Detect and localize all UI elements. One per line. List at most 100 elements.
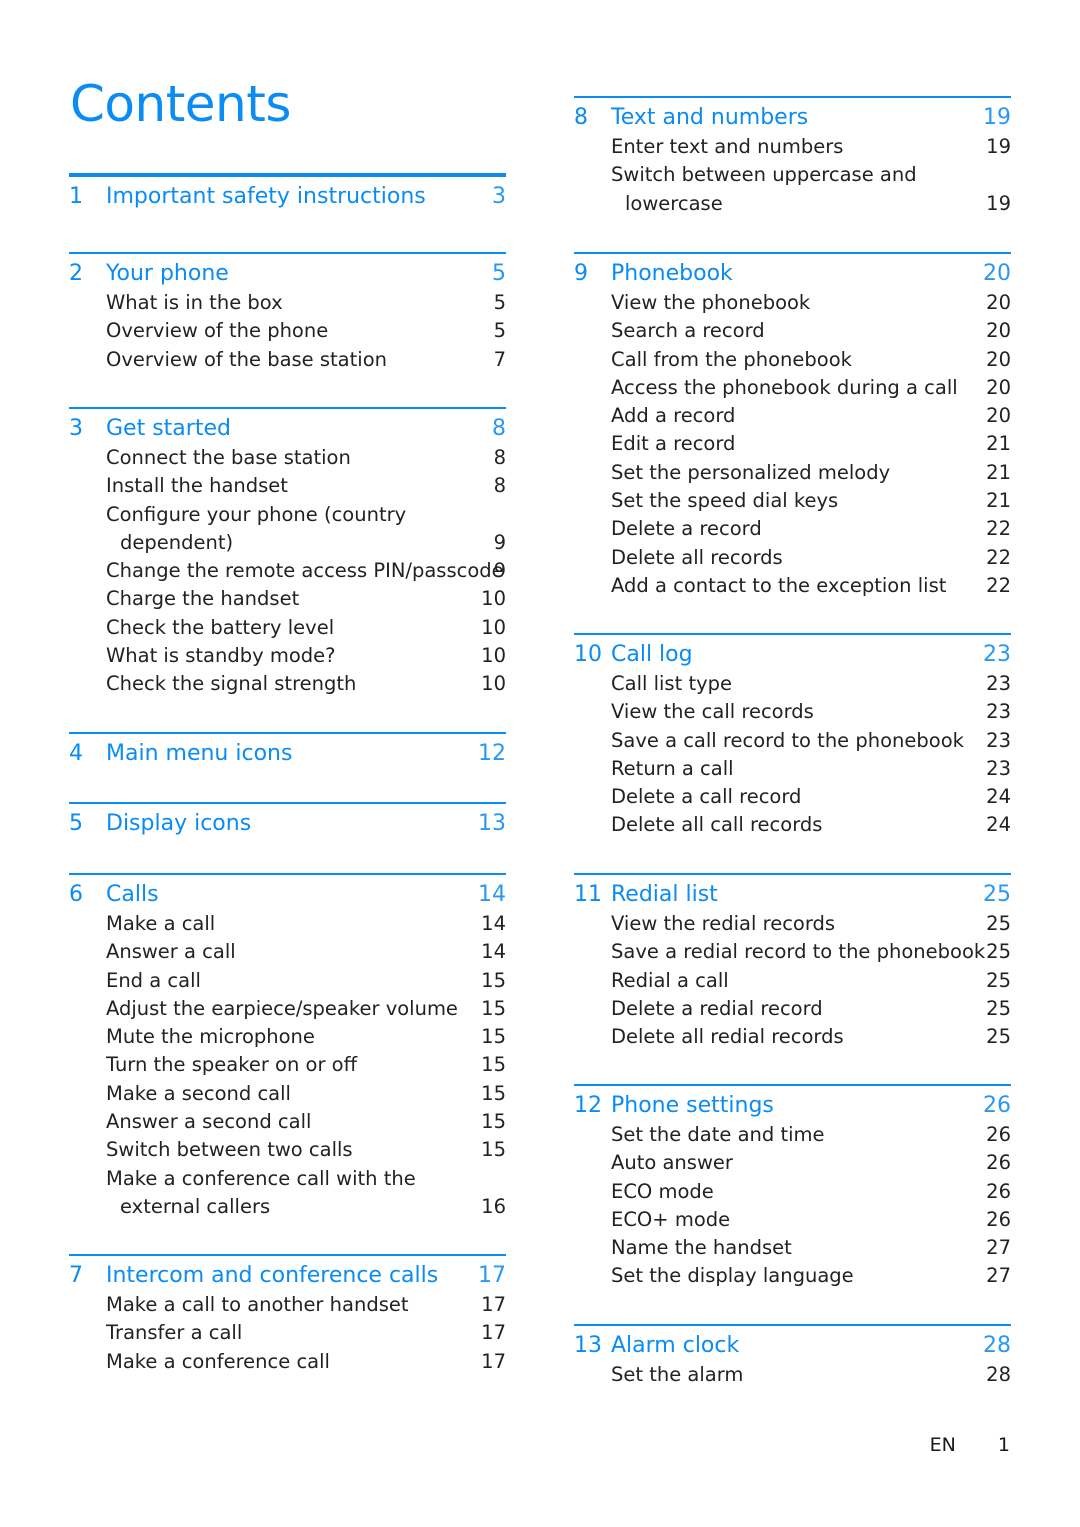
subsection-title[interactable]: Mute the microphone <box>106 1023 315 1051</box>
toc-chapter-entry[interactable]: 6 Calls 14 <box>69 879 506 910</box>
toc-subsection-entry[interactable]: Enter text and numbers 19 <box>574 133 1011 161</box>
subsection-title[interactable]: Add a record <box>611 402 735 430</box>
subsection-title[interactable]: Switch between uppercase and <box>611 161 917 189</box>
subsection-title[interactable]: Return a call <box>611 755 734 783</box>
chapter-title[interactable]: Calls <box>106 879 159 910</box>
toc-subsection-entry[interactable]: Save a call record to the phonebook 23 <box>574 727 1011 755</box>
subsection-title[interactable]: Make a second call <box>106 1080 291 1108</box>
toc-subsection-entry[interactable]: Overview of the base station 7 <box>69 346 506 374</box>
subsection-title[interactable]: Delete all records <box>611 544 783 572</box>
subsection-title[interactable]: Delete a record <box>611 515 762 543</box>
toc-subsection-entry[interactable]: Adjust the earpiece/speaker volume 15 <box>69 995 506 1023</box>
subsection-title[interactable]: Redial a call <box>611 967 729 995</box>
subsection-title[interactable]: Make a conference call <box>106 1348 330 1376</box>
toc-chapter-entry[interactable]: 5 Display icons 13 <box>69 808 506 839</box>
subsection-title[interactable]: Overview of the phone <box>106 317 328 345</box>
toc-subsection-entry[interactable]: What is in the box 5 <box>69 289 506 317</box>
subsection-title[interactable]: Make a call <box>106 910 215 938</box>
toc-subsection-entry[interactable]: Edit a record 21 <box>574 430 1011 458</box>
toc-subsection-entry[interactable]: Redial a call 25 <box>574 967 1011 995</box>
toc-subsection-entry-continued[interactable]: lowercase 19 <box>574 190 1011 218</box>
chapter-title[interactable]: Display icons <box>106 808 251 839</box>
subsection-title-continuation[interactable]: external callers <box>120 1193 270 1221</box>
toc-chapter-entry[interactable]: 10 Call log 23 <box>574 639 1011 670</box>
subsection-title[interactable]: Name the handset <box>611 1234 792 1262</box>
chapter-title[interactable]: Your phone <box>106 258 229 289</box>
toc-subsection-entry[interactable]: Charge the handset 10 <box>69 585 506 613</box>
subsection-title[interactable]: View the call records <box>611 698 814 726</box>
toc-chapter-entry[interactable]: 9 Phonebook 20 <box>574 258 1011 289</box>
toc-subsection-entry[interactable]: Change the remote access PIN/passcode 9 <box>69 557 506 585</box>
toc-subsection-entry[interactable]: Delete a redial record 25 <box>574 995 1011 1023</box>
toc-chapter-entry[interactable]: 7 Intercom and conference calls 17 <box>69 1260 506 1291</box>
toc-subsection-entry[interactable]: View the redial records 25 <box>574 910 1011 938</box>
toc-subsection-entry[interactable]: Search a record 20 <box>574 317 1011 345</box>
subsection-title[interactable]: Answer a call <box>106 938 236 966</box>
subsection-title[interactable]: Check the battery level <box>106 614 334 642</box>
toc-subsection-entry[interactable]: Switch between uppercase and <box>574 161 1011 189</box>
toc-subsection-entry[interactable]: Overview of the phone 5 <box>69 317 506 345</box>
subsection-title[interactable]: Change the remote access PIN/passcode <box>106 557 504 585</box>
chapter-title[interactable]: Phonebook <box>611 258 733 289</box>
chapter-title[interactable]: Important safety instructions <box>106 181 426 212</box>
toc-chapter-entry[interactable]: 8 Text and numbers 19 <box>574 102 1011 133</box>
toc-subsection-entry[interactable]: Configure your phone (country <box>69 501 506 529</box>
chapter-title[interactable]: Intercom and conference calls <box>106 1260 438 1291</box>
toc-subsection-entry[interactable]: View the call records 23 <box>574 698 1011 726</box>
subsection-title[interactable]: ECO mode <box>611 1178 714 1206</box>
toc-subsection-entry-continued[interactable]: dependent) 9 <box>69 529 506 557</box>
toc-subsection-entry[interactable]: Set the date and time 26 <box>574 1121 1011 1149</box>
toc-subsection-entry[interactable]: Make a conference call 17 <box>69 1348 506 1376</box>
subsection-title[interactable]: Set the speed dial keys <box>611 487 838 515</box>
chapter-title[interactable]: Redial list <box>611 879 718 910</box>
subsection-title[interactable]: Auto answer <box>611 1149 733 1177</box>
subsection-title[interactable]: Add a contact to the exception list <box>611 572 946 600</box>
toc-chapter-entry[interactable]: 13 Alarm clock 28 <box>574 1330 1011 1361</box>
subsection-title[interactable]: Call from the phonebook <box>611 346 852 374</box>
subsection-title[interactable]: Delete all call records <box>611 811 822 839</box>
subsection-title-continuation[interactable]: dependent) <box>120 529 233 557</box>
subsection-title[interactable]: Edit a record <box>611 430 735 458</box>
toc-subsection-entry[interactable]: Check the signal strength 10 <box>69 670 506 698</box>
subsection-title[interactable]: Turn the speaker on or off <box>106 1051 357 1079</box>
subsection-title[interactable]: Switch between two calls <box>106 1136 353 1164</box>
toc-subsection-entry[interactable]: Call from the phonebook 20 <box>574 346 1011 374</box>
subsection-title[interactable]: Set the date and time <box>611 1121 825 1149</box>
chapter-title[interactable]: Text and numbers <box>611 102 808 133</box>
subsection-title[interactable]: View the phonebook <box>611 289 810 317</box>
toc-subsection-entry[interactable]: Make a call 14 <box>69 910 506 938</box>
toc-subsection-entry[interactable]: Make a conference call with the <box>69 1165 506 1193</box>
subsection-title[interactable]: What is standby mode? <box>106 642 335 670</box>
subsection-title[interactable]: Call list type <box>611 670 732 698</box>
toc-subsection-entry[interactable]: Turn the speaker on or off 15 <box>69 1051 506 1079</box>
subsection-title[interactable]: Charge the handset <box>106 585 299 613</box>
toc-subsection-entry[interactable]: Return a call 23 <box>574 755 1011 783</box>
toc-subsection-entry[interactable]: Transfer a call 17 <box>69 1319 506 1347</box>
subsection-title[interactable]: Configure your phone (country <box>106 501 406 529</box>
chapter-title[interactable]: Alarm clock <box>611 1330 739 1361</box>
subsection-title[interactable]: Make a conference call with the <box>106 1165 416 1193</box>
toc-chapter-entry[interactable]: 11 Redial list 25 <box>574 879 1011 910</box>
toc-subsection-entry[interactable]: View the phonebook 20 <box>574 289 1011 317</box>
toc-subsection-entry[interactable]: Switch between two calls 15 <box>69 1136 506 1164</box>
chapter-title[interactable]: Get started <box>106 413 231 444</box>
toc-subsection-entry[interactable]: Delete all call records 24 <box>574 811 1011 839</box>
chapter-title[interactable]: Main menu icons <box>106 738 292 769</box>
toc-subsection-entry[interactable]: Set the alarm 28 <box>574 1361 1011 1389</box>
subsection-title[interactable]: Set the alarm <box>611 1361 743 1389</box>
toc-subsection-entry[interactable]: Connect the base station 8 <box>69 444 506 472</box>
toc-subsection-entry[interactable]: Delete all records 22 <box>574 544 1011 572</box>
toc-subsection-entry[interactable]: What is standby mode? 10 <box>69 642 506 670</box>
toc-subsection-entry[interactable]: Answer a call 14 <box>69 938 506 966</box>
toc-subsection-entry[interactable]: Access the phonebook during a call 20 <box>574 374 1011 402</box>
toc-subsection-entry[interactable]: Set the speed dial keys 21 <box>574 487 1011 515</box>
toc-chapter-entry[interactable]: 4 Main menu icons 12 <box>69 738 506 769</box>
toc-subsection-entry[interactable]: Delete a record 22 <box>574 515 1011 543</box>
toc-subsection-entry[interactable]: Call list type 23 <box>574 670 1011 698</box>
subsection-title[interactable]: Overview of the base station <box>106 346 387 374</box>
toc-subsection-entry[interactable]: Name the handset 27 <box>574 1234 1011 1262</box>
toc-chapter-entry[interactable]: 12 Phone settings 26 <box>574 1090 1011 1121</box>
subsection-title[interactable]: Check the signal strength <box>106 670 356 698</box>
toc-subsection-entry[interactable]: Answer a second call 15 <box>69 1108 506 1136</box>
toc-subsection-entry[interactable]: Install the handset 8 <box>69 472 506 500</box>
